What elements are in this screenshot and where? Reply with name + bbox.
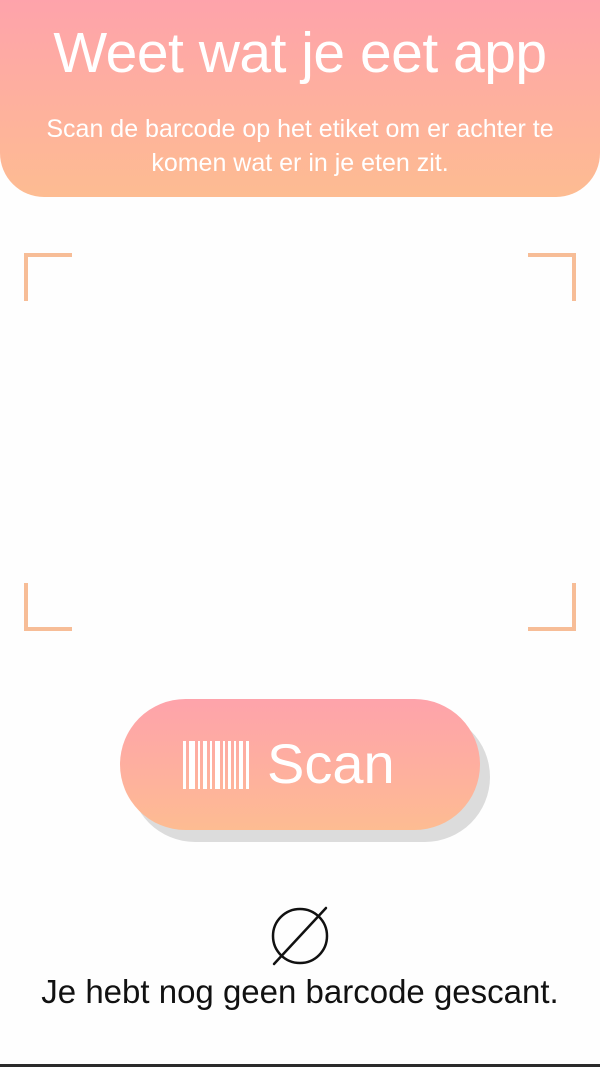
viewfinder-corner-top-left [24, 253, 72, 301]
app-title: Weet wat je eet app [53, 21, 547, 85]
app-subtitle: Scan de barcode op het etiket om er acht… [46, 115, 554, 177]
viewfinder-corner-top-right [528, 253, 576, 301]
viewfinder-corner-bottom-right [528, 583, 576, 631]
no-scan-message: Je hebt nog geen barcode gescant. [41, 973, 559, 1010]
viewfinder-corner-bottom-left [24, 583, 72, 631]
app-screen: Weet wat je eet app Scan de barcode op h… [0, 0, 600, 1067]
header-banner: Weet wat je eet app Scan de barcode op h… [0, 0, 600, 197]
scan-button-label: Scan [267, 732, 395, 795]
empty-set-icon [271, 906, 329, 966]
scan-button[interactable]: Scan [120, 699, 480, 830]
barcode-icon [183, 741, 249, 789]
